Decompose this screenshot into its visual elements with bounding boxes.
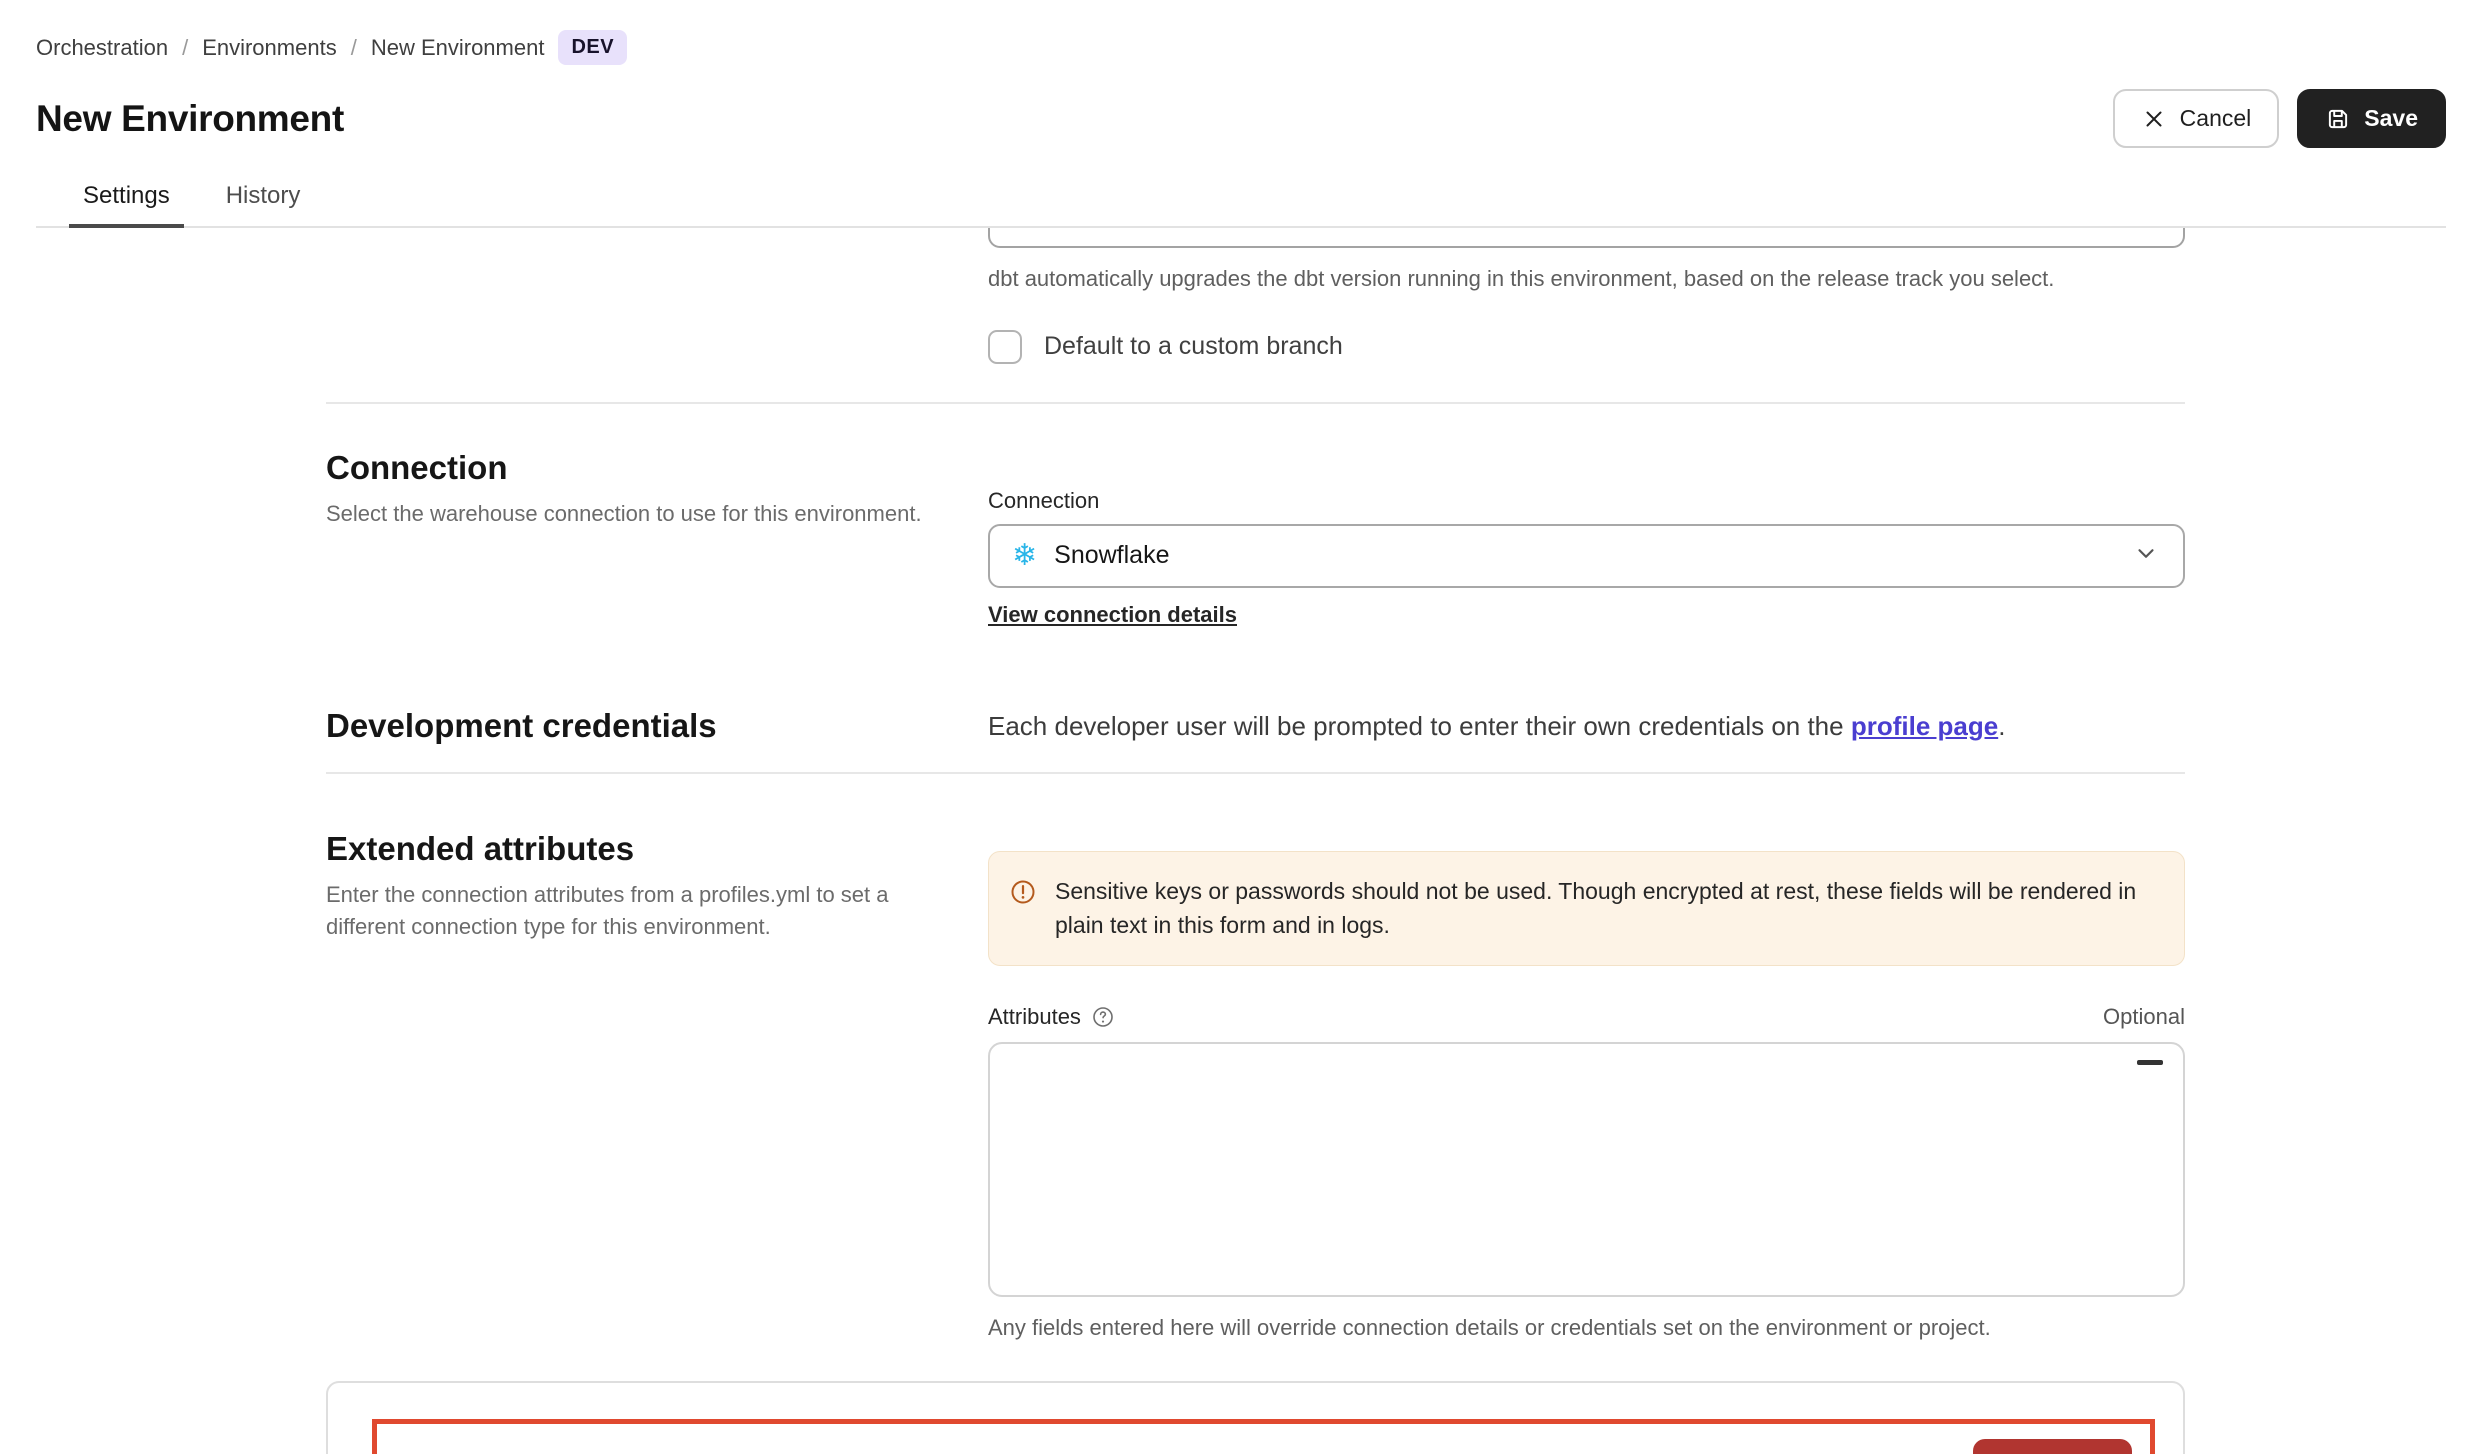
extended-attributes-description: Enter the connection attributes from a p… <box>326 879 946 943</box>
connection-select[interactable]: ❄ Snowflake <box>988 524 2185 588</box>
dev-credentials-text-before: Each developer user will be prompted to … <box>988 711 1851 741</box>
connection-heading: Connection <box>326 448 946 488</box>
attributes-label: Attributes <box>988 1004 1081 1030</box>
tab-bar: Settings History <box>36 182 2446 228</box>
attributes-textarea[interactable] <box>990 1044 2183 1295</box>
custom-branch-row: Default to a custom branch <box>988 330 2185 364</box>
save-icon <box>2325 106 2351 132</box>
header-actions: Cancel Save <box>2113 89 2446 148</box>
close-icon <box>2141 106 2167 132</box>
connection-section: Connection Select the warehouse connecti… <box>326 448 2185 628</box>
extended-attributes-heading: Extended attributes <box>326 829 946 869</box>
warning-circle-icon <box>1009 874 1037 911</box>
breadcrumb-environments[interactable]: Environments <box>202 35 337 61</box>
save-button[interactable]: Save <box>2297 89 2446 148</box>
warning-text: Sensitive keys or passwords should not b… <box>1055 874 2160 943</box>
extended-attributes-section: Extended attributes Enter the connection… <box>326 829 2185 1341</box>
connection-selected-value: Snowflake <box>1054 541 2133 570</box>
breadcrumb-orchestration[interactable]: Orchestration <box>36 35 168 61</box>
breadcrumb: Orchestration / Environments / New Envir… <box>36 0 2446 65</box>
cancel-button-label: Cancel <box>2180 105 2252 132</box>
attributes-label-row: Attributes Optional <box>988 1004 2185 1030</box>
env-type-badge: DEV <box>558 30 627 65</box>
title-row: New Environment Cancel <box>36 89 2446 148</box>
delete-environment-row-highlighted: Click the button below to delete this en… <box>372 1419 2155 1454</box>
save-button-label: Save <box>2364 105 2418 132</box>
delete-button[interactable]: Delete <box>1973 1439 2132 1454</box>
breadcrumb-separator: / <box>351 35 357 61</box>
tab-history[interactable]: History <box>212 182 315 226</box>
page-header: Orchestration / Environments / New Envir… <box>0 0 2478 228</box>
optional-label: Optional <box>2103 1004 2185 1030</box>
dev-credentials-heading: Development credentials <box>326 706 946 746</box>
dev-credentials-text: Each developer user will be prompted to … <box>988 706 2185 746</box>
breadcrumb-new-environment[interactable]: New Environment <box>371 35 545 61</box>
custom-branch-checkbox[interactable] <box>988 330 1022 364</box>
section-divider <box>326 402 2185 404</box>
view-connection-details-link[interactable]: View connection details <box>988 602 1237 628</box>
custom-branch-label[interactable]: Default to a custom branch <box>1044 332 1343 361</box>
attributes-helper-text: Any fields entered here will override co… <box>988 1315 2185 1341</box>
release-track-section: dbt automatically upgrades the dbt versi… <box>326 228 2185 364</box>
section-divider <box>326 772 2185 774</box>
help-question-icon[interactable] <box>1091 1005 1115 1029</box>
attributes-editor <box>988 1042 2185 1297</box>
environment-settings-page: Orchestration / Environments / New Envir… <box>0 0 2478 1454</box>
delete-environment-card: Click the button below to delete this en… <box>326 1381 2185 1454</box>
connection-description: Select the warehouse connection to use f… <box>326 498 946 530</box>
release-track-select[interactable] <box>988 228 2185 248</box>
page-title: New Environment <box>36 98 344 140</box>
release-track-help-text: dbt automatically upgrades the dbt versi… <box>988 264 2185 294</box>
tab-settings[interactable]: Settings <box>69 182 184 226</box>
cancel-button[interactable]: Cancel <box>2113 89 2280 148</box>
sensitive-keys-warning-banner: Sensitive keys or passwords should not b… <box>988 851 2185 966</box>
settings-form: dbt automatically upgrades the dbt versi… <box>0 228 2478 1454</box>
chevron-down-icon <box>2133 540 2159 571</box>
snowflake-icon: ❄ <box>1012 541 1037 571</box>
profile-page-link[interactable]: profile page <box>1851 711 1998 741</box>
connection-field-label: Connection <box>988 488 2185 514</box>
fold-minus-icon[interactable] <box>2137 1060 2163 1065</box>
dev-credentials-section: Development credentials Each developer u… <box>326 706 2185 746</box>
dev-credentials-text-after: . <box>1998 711 2005 741</box>
breadcrumb-separator: / <box>182 35 188 61</box>
